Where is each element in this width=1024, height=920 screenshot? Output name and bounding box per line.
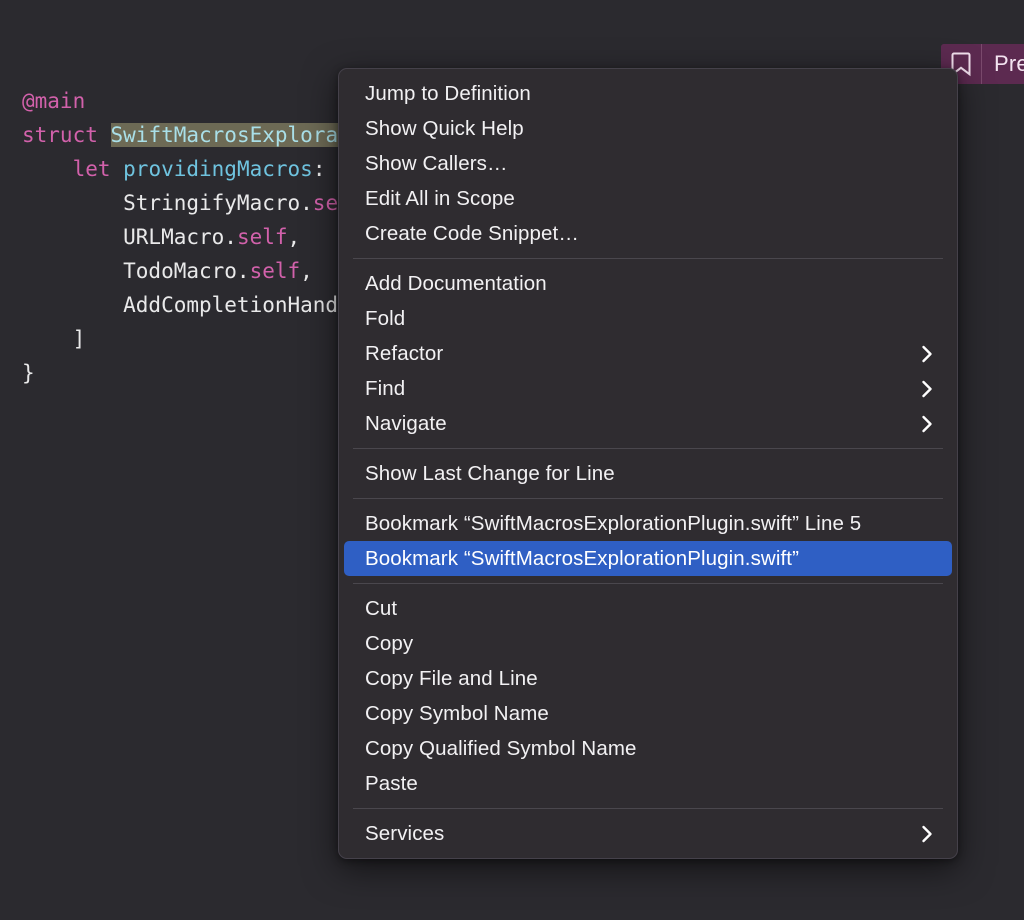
menu-item-copy[interactable]: Copy bbox=[344, 626, 952, 661]
menu-group: Services bbox=[339, 816, 957, 851]
menu-item-services[interactable]: Services bbox=[344, 816, 952, 851]
menu-item-label: Bookmark “SwiftMacrosExplorationPlugin.s… bbox=[365, 511, 862, 535]
menu-group: Add Documentation Fold Refactor Find Navigat… bbox=[339, 266, 957, 441]
menu-item-label: Navigate bbox=[365, 411, 447, 435]
menu-item-label: Find bbox=[365, 376, 406, 400]
code-token: self bbox=[249, 259, 301, 283]
menu-separator bbox=[353, 448, 943, 449]
menu-item-label: Refactor bbox=[365, 341, 444, 365]
menu-item-bookmark-file[interactable]: Bookmark “SwiftMacrosExplorationPlugin.s… bbox=[344, 541, 952, 576]
code-token: } bbox=[22, 361, 35, 385]
menu-item-cut[interactable]: Cut bbox=[344, 591, 952, 626]
menu-item-refactor[interactable]: Refactor bbox=[344, 336, 952, 371]
chevron-right-icon bbox=[918, 825, 936, 843]
bookmark-banner-label: Pre bbox=[994, 51, 1024, 76]
menu-item-bookmark-line[interactable]: Bookmark “SwiftMacrosExplorationPlugin.s… bbox=[344, 506, 952, 541]
menu-item-show-last-change-for-line[interactable]: Show Last Change for Line bbox=[344, 456, 952, 491]
menu-item-label: Show Last Change for Line bbox=[365, 461, 615, 485]
menu-item-label: Bookmark “SwiftMacrosExplorationPlugin.s… bbox=[365, 546, 799, 570]
menu-item-find[interactable]: Find bbox=[344, 371, 952, 406]
code-token: providingMacros bbox=[123, 157, 313, 181]
menu-group: Bookmark “SwiftMacrosExplorationPlugin.s… bbox=[339, 506, 957, 576]
menu-item-navigate[interactable]: Navigate bbox=[344, 406, 952, 441]
chevron-right-icon bbox=[918, 380, 936, 398]
menu-item-show-quick-help[interactable]: Show Quick Help bbox=[344, 111, 952, 146]
menu-item-show-callers[interactable]: Show Callers… bbox=[344, 146, 952, 181]
code-token: , bbox=[300, 259, 313, 283]
menu-item-label: Create Code Snippet… bbox=[365, 221, 579, 245]
code-token: let bbox=[22, 157, 124, 181]
menu-group: Show Last Change for Line bbox=[339, 456, 957, 491]
screen: @main struct SwiftMacrosExplorationPlugin… bbox=[0, 0, 1024, 920]
menu-item-create-code-snippet[interactable]: Create Code Snippet… bbox=[344, 216, 952, 251]
menu-separator bbox=[353, 258, 943, 259]
code-token: TodoMacro. bbox=[22, 259, 250, 283]
menu-group: Cut Copy Copy File and Line Copy Symbol Nam… bbox=[339, 591, 957, 801]
chevron-right-icon bbox=[918, 345, 936, 363]
menu-item-label: Cut bbox=[365, 596, 398, 620]
menu-item-jump-to-definition[interactable]: Jump to Definition bbox=[344, 76, 952, 111]
menu-separator bbox=[353, 808, 943, 809]
menu-item-label: Paste bbox=[365, 771, 418, 795]
code-token: struct bbox=[22, 123, 111, 147]
menu-item-label: Copy Symbol Name bbox=[365, 701, 549, 725]
menu-item-copy-qualified-symbol-name[interactable]: Copy Qualified Symbol Name bbox=[344, 731, 952, 766]
code-token: ] bbox=[22, 327, 86, 351]
menu-item-label: Add Documentation bbox=[365, 271, 547, 295]
menu-item-copy-symbol-name[interactable]: Copy Symbol Name bbox=[344, 696, 952, 731]
menu-group: Jump to Definition Show Quick Help Show Ca… bbox=[339, 76, 957, 251]
menu-item-label: Edit All in Scope bbox=[365, 186, 515, 210]
menu-item-label: Copy File and Line bbox=[365, 666, 538, 690]
chevron-right-icon bbox=[918, 415, 936, 433]
menu-item-label: Services bbox=[365, 821, 445, 845]
menu-item-label: Jump to Definition bbox=[365, 81, 531, 105]
menu-item-edit-all-in-scope[interactable]: Edit All in Scope bbox=[344, 181, 952, 216]
menu-separator bbox=[353, 498, 943, 499]
menu-item-copy-file-and-line[interactable]: Copy File and Line bbox=[344, 661, 952, 696]
code-token: , bbox=[287, 225, 301, 249]
menu-item-fold[interactable]: Fold bbox=[344, 301, 952, 336]
code-token: @main bbox=[22, 89, 86, 113]
code-token: URLMacro. bbox=[22, 225, 237, 249]
code-token: StringifyMacro. bbox=[22, 191, 313, 215]
menu-item-label: Show Callers… bbox=[365, 151, 508, 175]
menu-item-add-documentation[interactable]: Add Documentation bbox=[344, 266, 952, 301]
menu-item-paste[interactable]: Paste bbox=[344, 766, 952, 801]
context-menu[interactable]: Jump to Definition Show Quick Help Show Ca… bbox=[338, 68, 958, 859]
menu-item-label: Fold bbox=[365, 306, 406, 330]
menu-item-label: Show Quick Help bbox=[365, 116, 524, 140]
menu-item-label: Copy Qualified Symbol Name bbox=[365, 736, 637, 760]
code-token: self bbox=[236, 225, 288, 249]
menu-separator bbox=[353, 583, 943, 584]
menu-item-label: Copy bbox=[365, 631, 414, 655]
